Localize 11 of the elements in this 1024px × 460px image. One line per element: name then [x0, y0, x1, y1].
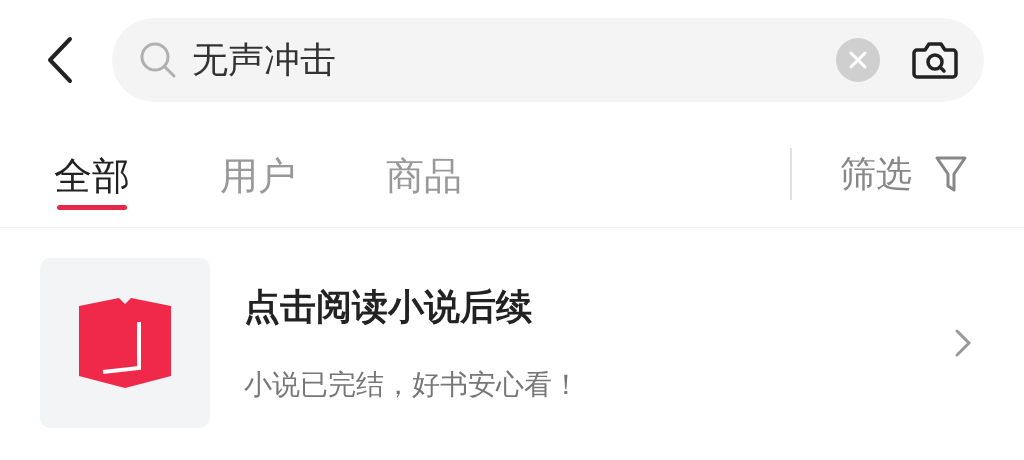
- result-title: 点击阅读小说后续: [244, 285, 533, 329]
- book-icon: [79, 298, 171, 388]
- search-query: 无声冲击: [192, 38, 337, 82]
- result-subtitle: 小说已完结，好书安心看！: [244, 367, 581, 403]
- tab[interactable]: 全部: [54, 137, 130, 210]
- search-field[interactable]: 无声冲击: [112, 18, 984, 102]
- result-item[interactable]: 点击阅读小说后续 小说已完结，好书安心看！: [0, 228, 1024, 458]
- filter-button[interactable]: 筛选: [840, 146, 968, 201]
- chevron-right-icon: [954, 328, 972, 358]
- search-icon: [138, 40, 178, 80]
- camera-icon[interactable]: [912, 40, 958, 80]
